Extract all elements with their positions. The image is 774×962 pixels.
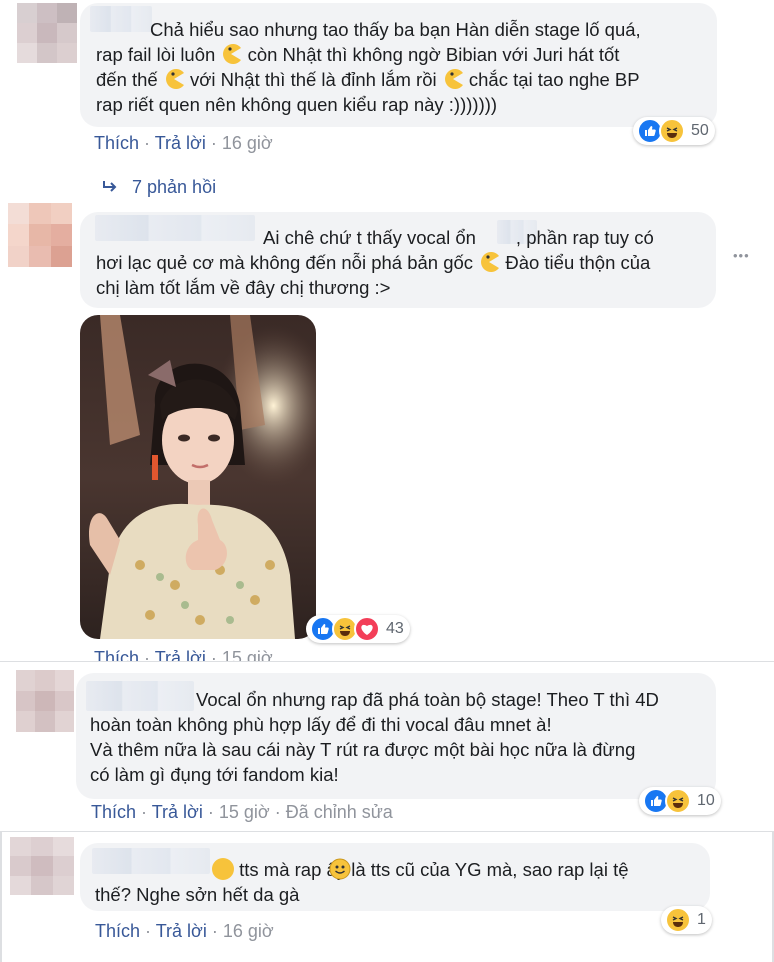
pacman-emoji-icon [481,252,500,272]
like-button[interactable]: Thích [95,921,140,941]
separator: · [139,648,155,661]
haha-icon [665,788,691,814]
reaction-summary[interactable]: 43 [306,615,410,643]
haha-icon [659,118,685,144]
thread-line [0,831,2,962]
avatar[interactable] [8,203,72,267]
attached-photo[interactable] [80,315,316,639]
timestamp[interactable]: 15 giờ [222,648,273,661]
like-button[interactable]: Thích [94,133,139,153]
separator: · [206,921,223,941]
comment-actions: Thích · Trả lời · 15 giờ · Đã chỉnh sửa [91,802,393,823]
timestamp[interactable]: 15 giờ [219,802,270,822]
avatar[interactable] [17,3,77,63]
view-replies-link[interactable]: 7 phản hồi [102,177,216,198]
comment-text: Chả hiểu sao nhưng tao thấy ba bạn Hàn d… [96,19,641,115]
haha-icon [665,907,691,933]
separator: · [202,802,219,822]
reaction-summary[interactable]: 1 [661,906,712,934]
like-button[interactable]: Thích [94,648,139,661]
love-icon [354,616,380,642]
timestamp[interactable]: 16 giờ [222,133,273,153]
avatar[interactable] [10,837,74,895]
timestamp[interactable]: 16 giờ [223,921,274,941]
comment-actions: Thích · Trả lời · 15 giờ [94,648,273,661]
comment-divider [0,831,774,832]
comment-actions: Thích · Trả lời · 16 giờ [94,133,273,154]
separator: · [136,802,152,822]
separator: · [139,133,155,153]
comment-text: Vocal ổn nhưng rap đã phá toàn bộ stage!… [90,689,659,785]
edited-label[interactable]: Đã chỉnh sửa [286,802,393,822]
reaction-count: 10 [697,792,715,809]
reply-button[interactable]: Trả lời [156,921,207,941]
more-options-icon[interactable]: ••• [733,248,750,263]
comment-text: Ai chê chứ t thấy vocal ổn, phần rap tuy… [96,227,654,298]
reply-button[interactable]: Trả lời [155,133,206,153]
reaction-summary[interactable]: 10 [639,787,721,815]
reply-button[interactable]: Trả lời [152,802,203,822]
comment-text: tts mà rap ấy là tts cũ của YG mà, sao r… [95,858,629,905]
reaction-count: 1 [697,911,706,928]
separator: · [269,802,286,822]
pacman-emoji-icon [444,69,463,89]
reaction-count: 50 [691,122,709,139]
comment-divider [0,661,774,662]
separator: · [205,648,222,661]
avatar[interactable] [16,670,74,732]
smile-emoji-icon [212,858,351,880]
reply-button[interactable]: Trả lời [155,648,206,661]
separator: · [140,921,156,941]
replies-count-label[interactable]: 7 phản hồi [132,177,216,197]
comment-actions: Thích · Trả lời · 16 giờ [95,921,274,942]
reaction-summary[interactable]: 50 [633,117,715,145]
pacman-emoji-icon [165,69,184,89]
like-button[interactable]: Thích [91,802,136,822]
reaction-count: 43 [386,620,404,637]
reply-arrow-icon [103,181,117,192]
pacman-emoji-icon [223,44,242,64]
separator: · [205,133,222,153]
